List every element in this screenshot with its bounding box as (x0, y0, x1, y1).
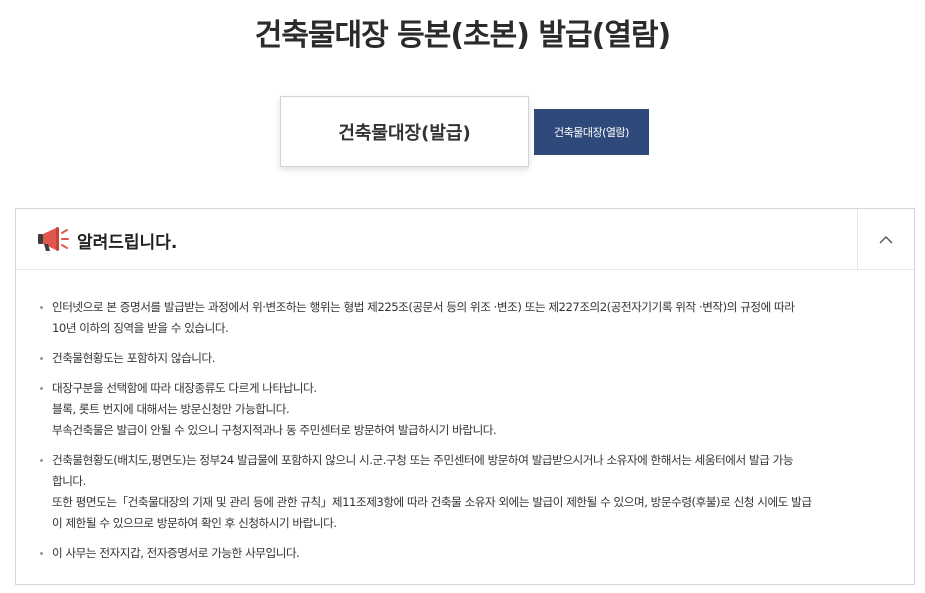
notice-header: 알려드립니다. (16, 209, 914, 270)
page: 건축물대장 등본(초본) 발급(열람) 건축물대장(발급) 건축물대장(열람) … (0, 0, 925, 593)
notice-line: 합니다. (52, 474, 86, 488)
notice-item: 이 사무는 전자지갑, 전자증명서로 가능한 사무입니다. (38, 543, 898, 564)
notice-item: 건축물현황도(배치도,평면도)는 정부24 발급물에 포함하지 않으니 시.군.… (38, 450, 898, 534)
notice-item: 인터넷으로 본 증명서를 발급받는 과정에서 위·변조하는 행위는 형법 제22… (38, 297, 898, 339)
notice-line: 10년 이하의 징역을 받을 수 있습니다. (52, 321, 229, 335)
notice-line: 이 제한될 수 있으므로 방문하여 확인 후 신청하시기 바랍니다. (52, 516, 337, 530)
page-title: 건축물대장 등본(초본) 발급(열람) (254, 18, 672, 53)
notice-line: 인터넷으로 본 증명서를 발급받는 과정에서 위·변조하는 행위는 형법 제22… (52, 300, 795, 314)
notice-panel: 알려드립니다. 인터넷으로 본 증명서를 발급받는 과정에서 위·변조하는 행위… (15, 208, 915, 585)
notice-line: 대장구분을 선택함에 따라 대장종류도 다르게 나타납니다. (52, 381, 317, 395)
notice-line: 건축물현황도(배치도,평면도)는 정부24 발급물에 포함하지 않으니 시.군.… (52, 453, 794, 467)
notice-item: 대장구분을 선택함에 따라 대장종류도 다르게 나타납니다. 블록, 롯트 번지… (38, 378, 898, 441)
tab-building-register-view[interactable]: 건축물대장(열람) (534, 109, 649, 155)
notice-line: 건축물현황도는 포함하지 않습니다. (52, 351, 215, 365)
notice-list: 인터넷으로 본 증명서를 발급받는 과정에서 위·변조하는 행위는 형법 제22… (38, 297, 898, 573)
tab-building-register-issue[interactable]: 건축물대장(발급) (280, 96, 529, 167)
tab-label: 건축물대장(발급) (338, 122, 471, 144)
notice-line: 블록, 롯트 번지에 대해서는 방문신청만 가능합니다. (52, 402, 290, 416)
notice-line: 또한 평면도는「건축물대장의 기재 및 관리 등에 관한 규칙」제11조제3항에… (52, 495, 812, 509)
collapse-toggle-button[interactable] (857, 209, 914, 269)
notice-line: 이 사무는 전자지갑, 전자증명서로 가능한 사무입니다. (52, 546, 300, 560)
chevron-up-icon (879, 235, 893, 243)
megaphone-icon (38, 227, 69, 251)
notice-item: 건축물현황도는 포함하지 않습니다. (38, 348, 898, 369)
notice-title: 알려드립니다. (77, 233, 178, 253)
tab-label: 건축물대장(열람) (554, 126, 629, 139)
notice-line: 부속건축물은 발급이 안될 수 있으니 구청지적과나 동 주민센터로 방문하여 … (52, 423, 497, 437)
